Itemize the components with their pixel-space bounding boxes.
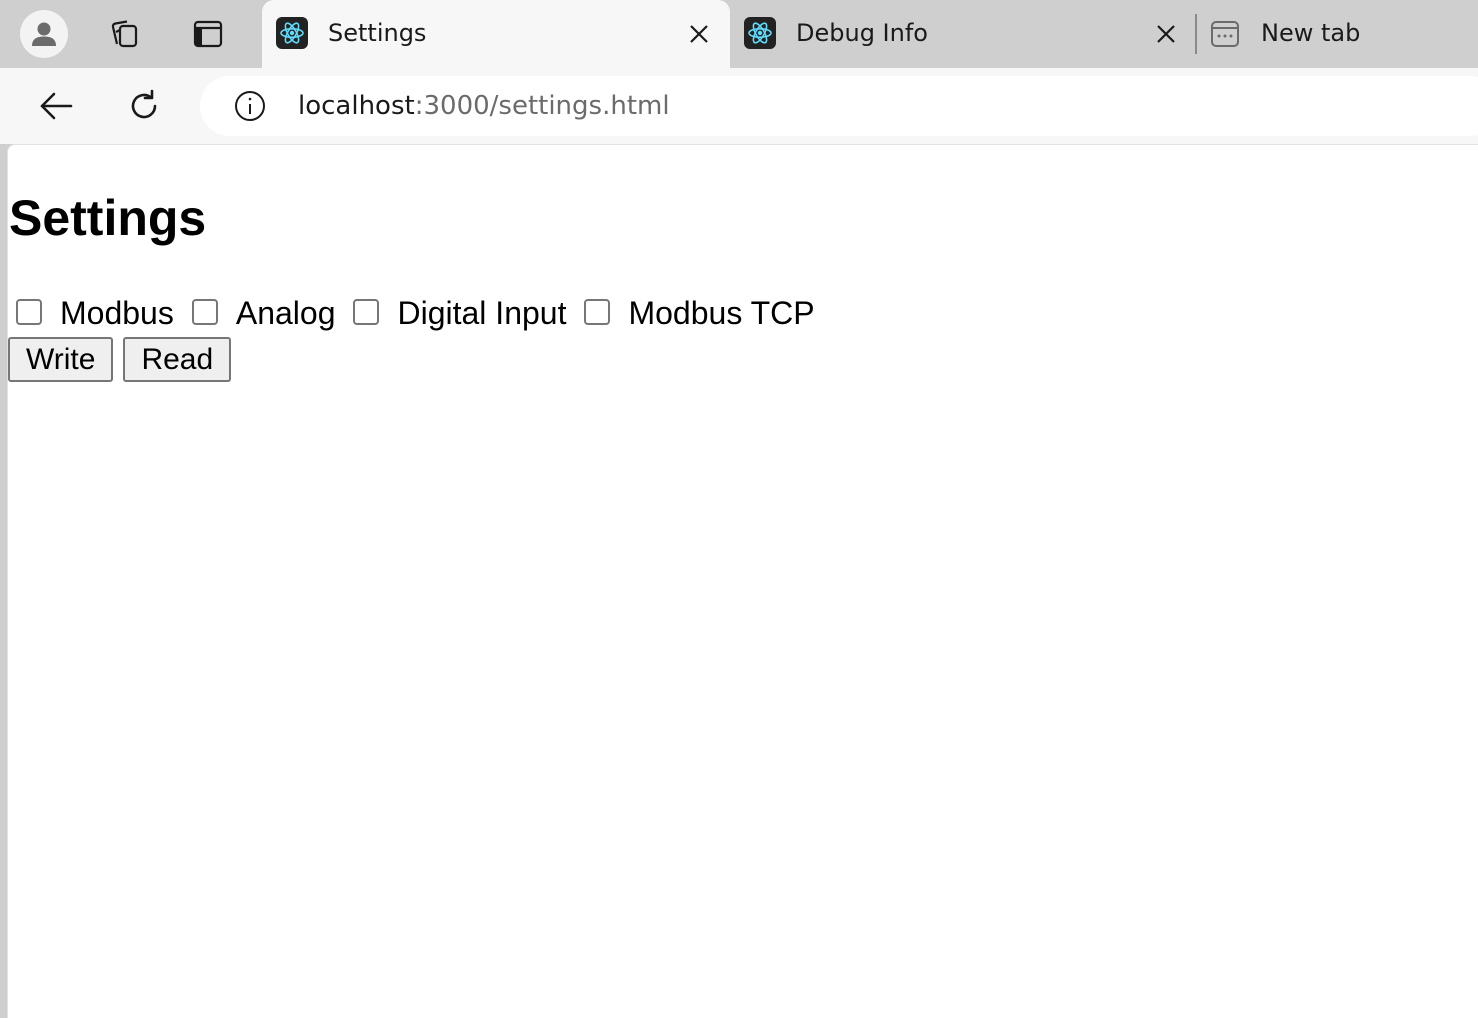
- close-tab-button[interactable]: [685, 20, 713, 48]
- url-host: localhost: [298, 91, 415, 121]
- workspaces-icon: [111, 20, 138, 48]
- react-icon: [744, 17, 776, 49]
- back-arrow-icon: [40, 92, 73, 120]
- tab-debug-info[interactable]: Debug Info: [730, 0, 1196, 68]
- tab-title: Settings: [328, 19, 427, 47]
- modbus-tcp-checkbox[interactable]: [584, 298, 611, 325]
- tab-title: New tab: [1261, 19, 1361, 47]
- url-text: localhost:3000/settings.html: [298, 91, 670, 121]
- url-path: :3000/settings.html: [414, 91, 670, 121]
- analog-checkbox[interactable]: [191, 298, 218, 325]
- close-tab-button[interactable]: [1152, 20, 1180, 48]
- vertical-tabs-button[interactable]: [184, 10, 232, 58]
- workspaces-button[interactable]: [100, 10, 148, 58]
- checkbox-label: Modbus: [60, 295, 174, 331]
- address-bar[interactable]: localhost:3000/settings.html: [200, 76, 1478, 136]
- site-info-icon[interactable]: [234, 90, 266, 122]
- new-tab-icon: [1210, 19, 1240, 49]
- page-content: Settings Modbus Analog Digital Input Mod…: [7, 144, 1478, 1018]
- react-icon: [276, 17, 308, 49]
- browser-toolbar: localhost:3000/settings.html: [0, 68, 1478, 144]
- profile-button[interactable]: [20, 10, 68, 58]
- checkbox-label: Modbus TCP: [628, 295, 815, 331]
- reload-button[interactable]: [122, 84, 166, 128]
- tab-strip: Settings Debug Info New tab: [0, 0, 1478, 68]
- reload-icon: [131, 89, 157, 119]
- modbus-checkbox[interactable]: [16, 298, 42, 325]
- tab-title: Debug Info: [796, 19, 928, 47]
- write-button[interactable]: Write: [8, 337, 114, 382]
- digital-input-checkbox[interactable]: [353, 298, 380, 325]
- checkbox-label: Analog: [235, 295, 336, 331]
- back-button[interactable]: [34, 84, 78, 128]
- close-icon: [1157, 25, 1175, 43]
- checkbox-label: Digital Input: [397, 295, 567, 331]
- tab-settings[interactable]: Settings: [262, 0, 730, 68]
- action-buttons: Write Read: [8, 337, 241, 382]
- sidebar-icon: [193, 20, 223, 48]
- checkbox-group: Modbus Analog Digital Input Modbus TCP: [16, 295, 833, 332]
- read-button[interactable]: Read: [123, 337, 232, 382]
- tab-new-tab[interactable]: New tab: [1196, 0, 1478, 68]
- close-icon: [690, 25, 708, 43]
- page-title: Settings: [9, 190, 207, 246]
- profile-icon: [32, 22, 56, 46]
